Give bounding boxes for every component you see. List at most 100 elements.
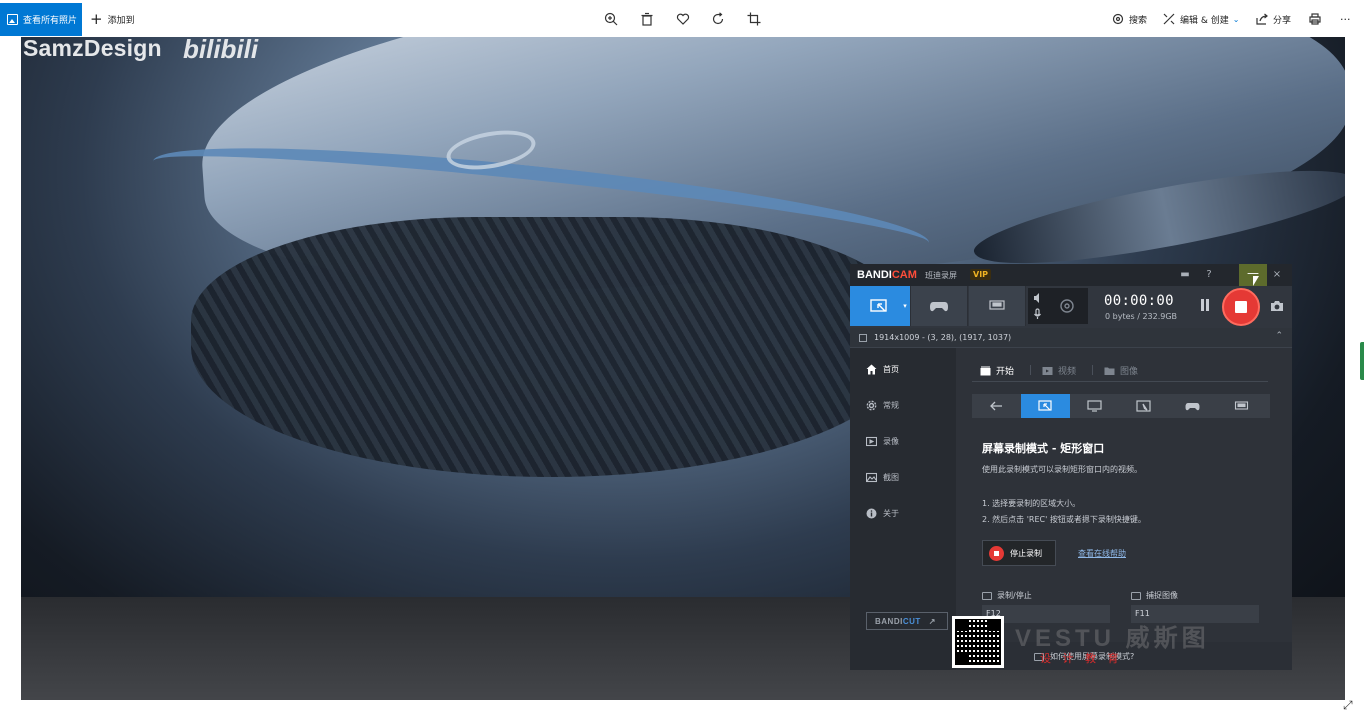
hotkey-record-label: 录制/停止 bbox=[997, 591, 1032, 600]
print-icon[interactable] bbox=[1309, 10, 1326, 28]
tab-image-label: 图像 bbox=[1120, 367, 1139, 377]
close-icon[interactable]: × bbox=[1270, 268, 1284, 282]
vip-badge: VIP bbox=[970, 269, 992, 280]
audio-controls bbox=[1028, 288, 1088, 324]
rectangle-mode-icon bbox=[1038, 400, 1052, 411]
image-icon bbox=[866, 472, 877, 483]
hdmi-icon bbox=[1234, 401, 1249, 410]
sidebar-item-about[interactable]: 关于 bbox=[866, 506, 899, 520]
speaker-icon[interactable] bbox=[1033, 292, 1042, 304]
samzdesign-watermark: SamzDesign bbox=[23, 35, 162, 61]
mode-title: 屏幕录制模式 - 矩形窗口 bbox=[982, 442, 1105, 455]
sidebar-item-home[interactable]: 首页 bbox=[866, 362, 899, 376]
chevron-down-icon: ⌄ bbox=[1232, 14, 1240, 24]
webcam-icon[interactable] bbox=[1058, 297, 1076, 315]
delete-icon[interactable] bbox=[638, 10, 656, 28]
device-mode[interactable] bbox=[1217, 394, 1266, 418]
rectangle-window-mode[interactable] bbox=[1021, 394, 1070, 418]
share-label: 分享 bbox=[1273, 15, 1292, 26]
tab-start[interactable]: 开始 bbox=[980, 364, 1014, 377]
file-size: 0 bytes / 232.9GB bbox=[1105, 312, 1178, 321]
monitor-icon bbox=[1087, 400, 1102, 412]
bandicut-button[interactable]: BANDI CUT ↗ bbox=[866, 612, 948, 630]
gamepad-icon bbox=[1185, 403, 1200, 411]
favorite-icon[interactable] bbox=[674, 10, 692, 28]
keyboard-icon bbox=[982, 591, 992, 600]
mode-dropdown[interactable]: ▾ bbox=[900, 286, 911, 326]
search-label: 搜索 bbox=[1129, 15, 1148, 26]
vestu-watermark: VESTU 威斯图 bbox=[1015, 625, 1210, 652]
see-all-photos-label: 查看所有照片 bbox=[23, 16, 78, 26]
chevron-up-icon[interactable]: ⌃ bbox=[1275, 331, 1283, 341]
video-icon bbox=[1042, 366, 1053, 375]
cursor-area-icon bbox=[1136, 400, 1151, 412]
plus-icon: + bbox=[90, 9, 103, 28]
area-bar[interactable]: 1914x1009 - (3, 28), (1917, 1037) ⌃ bbox=[850, 328, 1292, 348]
hotkey-capture-label-row: 捕捉图像 bbox=[1131, 590, 1178, 601]
online-help-link[interactable]: 查看在线帮助 bbox=[1078, 548, 1126, 559]
folder-icon[interactable]: ▬ bbox=[1178, 268, 1192, 282]
crop-icon[interactable] bbox=[745, 10, 763, 28]
sidebar-label-general: 常规 bbox=[883, 400, 899, 410]
hotkey-record-label-row: 录制/停止 bbox=[982, 590, 1032, 601]
add-to-button[interactable]: + 添加到 bbox=[90, 10, 135, 28]
record-timer: 00:00:00 bbox=[1104, 293, 1174, 309]
pause-icon[interactable] bbox=[1199, 299, 1211, 313]
game-mode[interactable] bbox=[1168, 394, 1217, 418]
qr-code bbox=[952, 616, 1004, 668]
stop-recording-button[interactable]: 停止录制 bbox=[982, 540, 1056, 566]
hotkey-capture-label: 捕捉图像 bbox=[1146, 591, 1178, 600]
car-grille bbox=[191, 217, 911, 477]
red-watermark-text: 设 计 教 育 bbox=[1040, 652, 1123, 665]
sidebar-label-video: 录像 bbox=[883, 436, 899, 446]
tab-start-label: 开始 bbox=[996, 367, 1015, 377]
tab-video[interactable]: 视频 bbox=[1042, 364, 1076, 377]
more-label: ··· bbox=[1340, 12, 1351, 26]
info-icon bbox=[866, 508, 877, 519]
device-mode-button[interactable] bbox=[969, 286, 1026, 326]
share-button[interactable]: 分享 bbox=[1256, 10, 1291, 28]
keyboard-icon bbox=[1131, 591, 1141, 600]
record-stop-button[interactable] bbox=[1222, 288, 1260, 326]
arrow-left-icon bbox=[990, 401, 1002, 411]
gamepad-icon bbox=[930, 302, 948, 312]
tab-video-label: 视频 bbox=[1058, 367, 1077, 377]
see-all-photos-button[interactable]: 查看所有照片 bbox=[0, 3, 82, 36]
back-button[interactable] bbox=[972, 394, 1021, 418]
instruction-step-1: 1. 选择要录制的区域大小。 bbox=[982, 499, 1081, 508]
help-icon[interactable]: ? bbox=[1202, 268, 1216, 282]
bandicam-window: BANDICAM 班迪录屏 VIP ▬ ? — × ▾ 00:00:00 0 b… bbox=[850, 264, 1292, 670]
game-mode-button[interactable] bbox=[911, 286, 968, 326]
home-icon bbox=[866, 364, 877, 375]
stop-recording-label: 停止录制 bbox=[1010, 548, 1042, 558]
camera-icon[interactable] bbox=[1270, 300, 1284, 312]
edge-tab[interactable] bbox=[1360, 342, 1364, 380]
video-icon bbox=[866, 436, 877, 447]
tab-bar: 开始 视频 图像 bbox=[972, 360, 1268, 382]
fullscreen-mode[interactable] bbox=[1070, 394, 1119, 418]
sidebar-item-image[interactable]: 截图 bbox=[866, 470, 899, 484]
area-checkbox[interactable] bbox=[859, 334, 867, 342]
add-to-label: 添加到 bbox=[107, 15, 135, 26]
edit-create-button[interactable]: 编辑 & 创建 ⌄ bbox=[1163, 10, 1239, 28]
bandicut-main: BANDI bbox=[875, 616, 903, 626]
search-button[interactable]: 搜索 bbox=[1112, 10, 1147, 28]
expand-icon[interactable]: ⤢ bbox=[1343, 698, 1357, 712]
more-button[interactable]: ··· bbox=[1340, 10, 1351, 28]
sidebar-label-home: 首页 bbox=[883, 364, 899, 374]
stop-icon bbox=[989, 545, 1004, 561]
tab-image[interactable]: 图像 bbox=[1104, 364, 1138, 377]
microphone-icon[interactable] bbox=[1033, 308, 1042, 320]
zoom-in-icon[interactable] bbox=[602, 10, 620, 28]
search-icon bbox=[1112, 13, 1124, 25]
sidebar-item-general[interactable]: 常规 bbox=[866, 398, 899, 412]
brand-main: BANDI bbox=[857, 269, 892, 281]
bandicam-sidebar: 首页 常规 录像 截图 关于 BANDI CUT ↗ bbox=[850, 348, 956, 670]
photos-toolbar: 查看所有照片 + 添加到 搜索 编辑 & 创建 ⌄ 分享 ··· bbox=[0, 0, 1364, 37]
rotate-icon[interactable] bbox=[709, 10, 727, 28]
bandicam-titlebar[interactable]: BANDICAM 班迪录屏 VIP ▬ ? — × bbox=[850, 264, 1292, 286]
gallery-icon bbox=[7, 14, 18, 25]
bandicam-toolbar: ▾ 00:00:00 0 bytes / 232.9GB bbox=[850, 286, 1292, 328]
mouse-area-mode[interactable] bbox=[1119, 394, 1168, 418]
sidebar-item-video[interactable]: 录像 bbox=[866, 434, 899, 448]
